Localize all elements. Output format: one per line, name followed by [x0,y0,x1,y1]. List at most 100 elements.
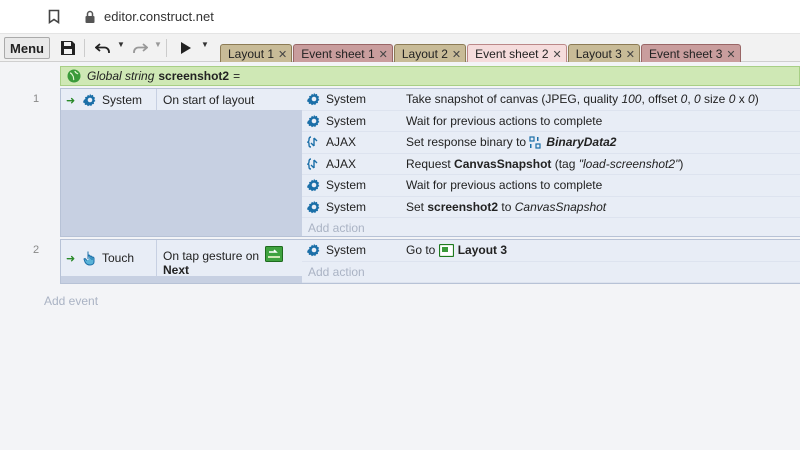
add-action-link[interactable]: Add action [302,218,800,240]
url-bar[interactable]: editor.construct.net [104,9,214,24]
undo-icon[interactable] [95,39,111,57]
action-text-part: to [498,199,515,214]
gear-icon [307,178,321,192]
action-text-part: , [687,92,694,107]
action-text: Wait for previous actions to complete [406,114,602,128]
condition-row[interactable]: ➜ System On start of layout [61,88,302,111]
action-object-label: System [326,113,367,128]
action-object-label: System [326,92,367,107]
tab-label: Event sheet 3 [649,47,723,61]
add-action-link[interactable]: Add action [302,262,800,283]
event-block-1: ➜ System On start of layout System Take s… [60,88,800,240]
action-row[interactable]: AJAX Set response binary to BinaryData2 [302,132,800,154]
action-text-part: Take snapshot of canvas (JPEG, quality [406,92,622,107]
condition-object: Touch [83,239,157,277]
condition-text: On tap gesture on Next [163,246,284,277]
tab-event-sheet-2[interactable]: Event sheet 2 ✕ [467,44,567,63]
close-icon[interactable]: ✕ [626,48,635,61]
global-variable-kind: Global string [87,69,155,83]
action-text: Take snapshot of canvas (JPEG, quality 1… [406,92,759,106]
condition-object-label: Touch [102,251,135,265]
close-icon[interactable]: ✕ [726,48,735,61]
event-sheet: Global string screenshot2 = 1 ➜ System O… [0,62,800,450]
ajax-icon [307,157,321,171]
action-object: System [307,240,401,261]
tab-layout-2[interactable]: Layout 2 ✕ [393,44,467,63]
tab-label: Event sheet 2 [475,47,549,61]
action-text-part: screenshot2 [427,199,499,214]
close-icon[interactable]: ✕ [278,48,287,61]
close-icon[interactable]: ✕ [452,48,461,61]
tab-layout-3[interactable]: Layout 3 ✕ [567,44,641,63]
play-dropdown-icon[interactable]: ▼ [201,40,209,49]
bookmark-icon[interactable] [48,9,60,24]
action-text-part: BinaryData2 [546,135,617,150]
action-object-label: AJAX [326,156,357,171]
action-object: System [307,196,401,217]
redo-dropdown-icon[interactable]: ▼ [154,40,162,49]
action-object-label: System [326,178,367,193]
menu-button[interactable]: Menu [4,37,50,59]
action-row[interactable]: System Set screenshot2 to CanvasSnapshot [302,196,800,218]
actions-column: System Go to Layout 3 Add action [302,240,800,283]
arrow-right-icon: ➜ [66,95,76,107]
tab-layout-1[interactable]: Layout 1 ✕ [220,44,293,63]
toolbar-separator [166,39,167,57]
action-text-part: CanvasSnapshot [454,156,552,171]
global-variable-row[interactable]: Global string screenshot2 = [60,66,800,86]
event-block-2: ➜ Touch On tap gesture on Next System Go … [60,239,800,284]
action-text-part: Set response binary to [406,135,530,150]
browser-bar: editor.construct.net [0,0,800,34]
tab-event-sheet-3[interactable]: Event sheet 3 ✕ [641,44,741,63]
globe-icon [67,69,81,83]
action-text-part: Wait for previous actions to complete [406,178,603,193]
gear-icon [307,200,321,214]
save-icon[interactable] [60,39,76,57]
tab-bar: Layout 1 ✕ Event sheet 1 ✕ Layout 2 ✕ Event sh… [220,44,742,63]
action-object: System [307,89,401,110]
action-text-part: (tag [551,156,579,171]
gear-icon [307,92,321,106]
action-text-part: ) [754,92,759,107]
condition-row[interactable]: ➜ Touch On tap gesture on Next [61,239,302,277]
tab-label: Layout 2 [401,47,448,61]
actions-column: System Take snapshot of canvas (JPEG, qua… [302,89,800,240]
action-text-part: Request [406,156,455,171]
event-number: 2 [33,244,40,256]
condition-text-label: On tap gesture on [163,249,260,263]
action-text: Set screenshot2 to CanvasSnapshot [406,200,606,214]
layout-icon [438,244,454,258]
global-variable-name: screenshot2 [158,69,230,83]
close-icon[interactable]: ✕ [553,48,562,61]
gear-icon [83,93,97,107]
add-event-link[interactable]: Add event [44,294,98,308]
condition-object-label: System [102,92,143,107]
action-text-part: x [735,92,749,107]
close-icon[interactable]: ✕ [379,48,388,61]
action-text-part: Layout 3 [457,243,508,258]
ajax-icon [307,135,321,149]
action-text-part: "load-screenshot2" [578,156,680,171]
action-row[interactable]: System Wait for previous actions to compl… [302,110,800,132]
action-text-part: size [700,92,729,107]
action-text-part: ) [679,156,684,171]
action-row[interactable]: System Take snapshot of canvas (JPEG, qua… [302,89,800,111]
lock-icon[interactable] [84,10,96,24]
action-object: System [307,110,401,131]
action-text: Set response binary to BinaryData2 [406,135,616,149]
tab-event-sheet-1[interactable]: Event sheet 1 ✕ [293,44,393,63]
action-row[interactable]: System Wait for previous actions to compl… [302,175,800,197]
action-text-part: 0 [693,92,701,107]
action-row[interactable]: System Go to Layout 3 [302,240,800,262]
undo-dropdown-icon[interactable]: ▼ [117,40,125,49]
action-object: AJAX [307,132,401,153]
next-button-sprite-icon [265,246,284,262]
action-text: Go to Layout 3 [406,243,508,258]
action-row[interactable]: AJAX Request CanvasSnapshot (tag "load-sc… [302,154,800,175]
binary-data-icon [529,136,542,150]
gear-icon [307,114,321,128]
redo-icon[interactable] [132,39,148,57]
toolbar-separator [84,39,85,57]
play-icon[interactable] [180,39,192,57]
action-text: Request CanvasSnapshot (tag "load-screen… [406,157,683,171]
